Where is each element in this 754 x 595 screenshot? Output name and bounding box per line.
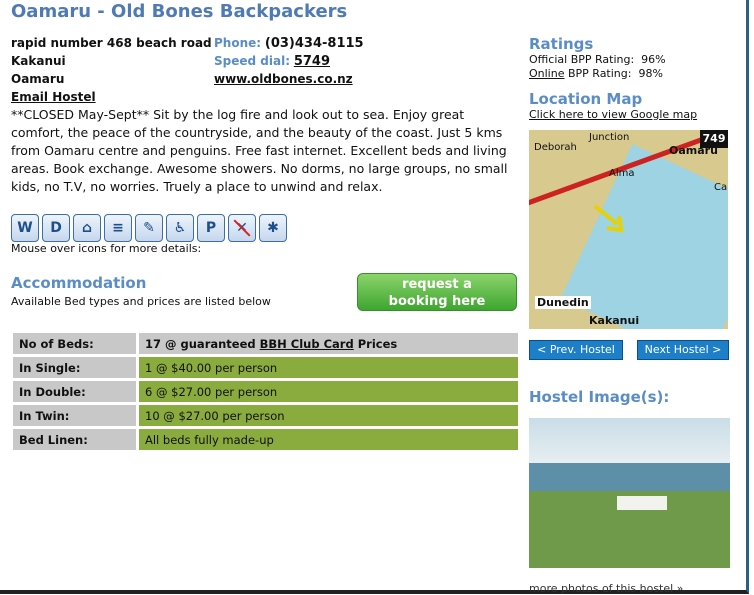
hostel-images-section: Hostel Image(s): [529, 388, 669, 406]
location-map[interactable]: 749 Junction Deborah Oamaru Alma Cap Dun… [529, 130, 728, 329]
row-label: Bed Linen: [13, 429, 139, 450]
map-label: Kakanui [589, 314, 640, 327]
speed-dial-link[interactable]: 5749 [294, 54, 330, 69]
map-label: Cap [714, 182, 728, 193]
address-line-1: rapid number 468 beach road [11, 36, 212, 50]
address-line-3: Oamaru [11, 72, 65, 86]
hostel-page: Oamaru - Old Bones Backpackers rapid num… [0, 0, 749, 595]
table-row: No of Beds: 17 @ guaranteed BBH Club Car… [13, 333, 518, 354]
ratings-section: Ratings Official BPP Rating: 96% Online … [529, 35, 666, 81]
key-icon[interactable]: ✎ [135, 214, 163, 242]
map-label: Deborah [534, 142, 577, 153]
contact-block: rapid number 468 beach road Phone: (03)4… [11, 36, 516, 108]
hostel-images-title: Hostel Image(s): [529, 388, 670, 406]
sparkle-icon[interactable]: ✱ [259, 214, 287, 242]
row-label: No of Beds: [13, 333, 139, 354]
row-label: In Double: [13, 381, 139, 402]
page-title: Oamaru - Old Bones Backpackers [11, 1, 348, 22]
row-value: All beds fully made-up [139, 429, 518, 450]
online-rating: Online BPP Rating: 98% [529, 67, 663, 80]
mouse-hint: Mouse over icons for more details: [11, 242, 202, 255]
no-smoking-icon[interactable]: ✕ [228, 214, 256, 242]
next-hostel-button[interactable]: Next Hostel > [637, 340, 729, 360]
wheelchair-icon[interactable]: ♿ [166, 214, 194, 242]
row-value: 10 @ $27.00 per person [139, 405, 518, 426]
table-row: In Double: 6 @ $27.00 per person [13, 381, 518, 402]
rates-table: No of Beds: 17 @ guaranteed BBH Club Car… [13, 330, 518, 453]
phone-number: (03)434-8115 [264, 36, 364, 51]
map-label: Oamaru [669, 144, 718, 157]
prev-hostel-button[interactable]: < Prev. Hostel [529, 340, 623, 360]
row-label: In Twin: [13, 405, 139, 426]
bbh-club-card-link[interactable]: BBH Club Card [260, 337, 354, 351]
book-button-line-2: booking here [388, 294, 486, 309]
hostel-photo[interactable] [529, 418, 730, 568]
location-arrow-icon [593, 204, 624, 233]
location-title: Location Map [529, 90, 643, 108]
parking-icon[interactable]: P [197, 214, 225, 242]
map-label: Junction [589, 132, 630, 143]
online-rating-link[interactable]: Online [529, 67, 564, 80]
location-section: Location Map Click here to view Google m… [529, 90, 697, 122]
row-value: 6 @ $27.00 per person [139, 381, 518, 402]
wifi-icon[interactable]: W [11, 214, 39, 242]
table-row: In Twin: 10 @ $27.00 per person [13, 405, 518, 426]
accommodation-title: Accommodation [11, 274, 147, 292]
website-link[interactable]: www.oldbones.co.nz [214, 72, 353, 86]
hostel-description: **CLOSED May-Sept** Sit by the log fire … [11, 107, 508, 194]
official-rating: Official BPP Rating: 96% [529, 53, 666, 66]
linen-icon[interactable]: ≡ [104, 214, 132, 242]
hostel-building [617, 496, 667, 510]
map-label: Dunedin [535, 296, 591, 309]
address-line-2: Kakanui [11, 54, 66, 68]
table-row: Bed Linen: All beds fully made-up [13, 429, 518, 450]
email-hostel-link[interactable]: Email Hostel [11, 90, 96, 104]
internet-icon[interactable]: D [42, 214, 70, 242]
google-map-link[interactable]: Click here to view Google map [529, 108, 697, 122]
speed-dial-label: Speed dial: [214, 54, 290, 68]
accommodation-section: Accommodation Available Bed types and pr… [11, 274, 271, 308]
table-row: In Single: 1 @ $40.00 per person [13, 357, 518, 378]
laundry-icon[interactable]: ⌂ [73, 214, 101, 242]
row-label: In Single: [13, 357, 139, 378]
row-value: 17 @ guaranteed BBH Club Card Prices [139, 333, 518, 354]
row-value: 1 @ $40.00 per person [139, 357, 518, 378]
request-booking-button[interactable]: request a booking here [357, 273, 517, 311]
ratings-title: Ratings [529, 35, 594, 53]
book-button-line-1: request a [402, 277, 472, 292]
map-label: Alma [609, 168, 635, 179]
accommodation-subtitle: Available Bed types and prices are liste… [11, 295, 271, 308]
more-photos-link[interactable]: more photos of this hostel » [529, 582, 683, 595]
phone-label: Phone: [214, 36, 262, 50]
facility-icons: W D ⌂ ≡ ✎ ♿ P ✕ ✱ [11, 214, 290, 242]
